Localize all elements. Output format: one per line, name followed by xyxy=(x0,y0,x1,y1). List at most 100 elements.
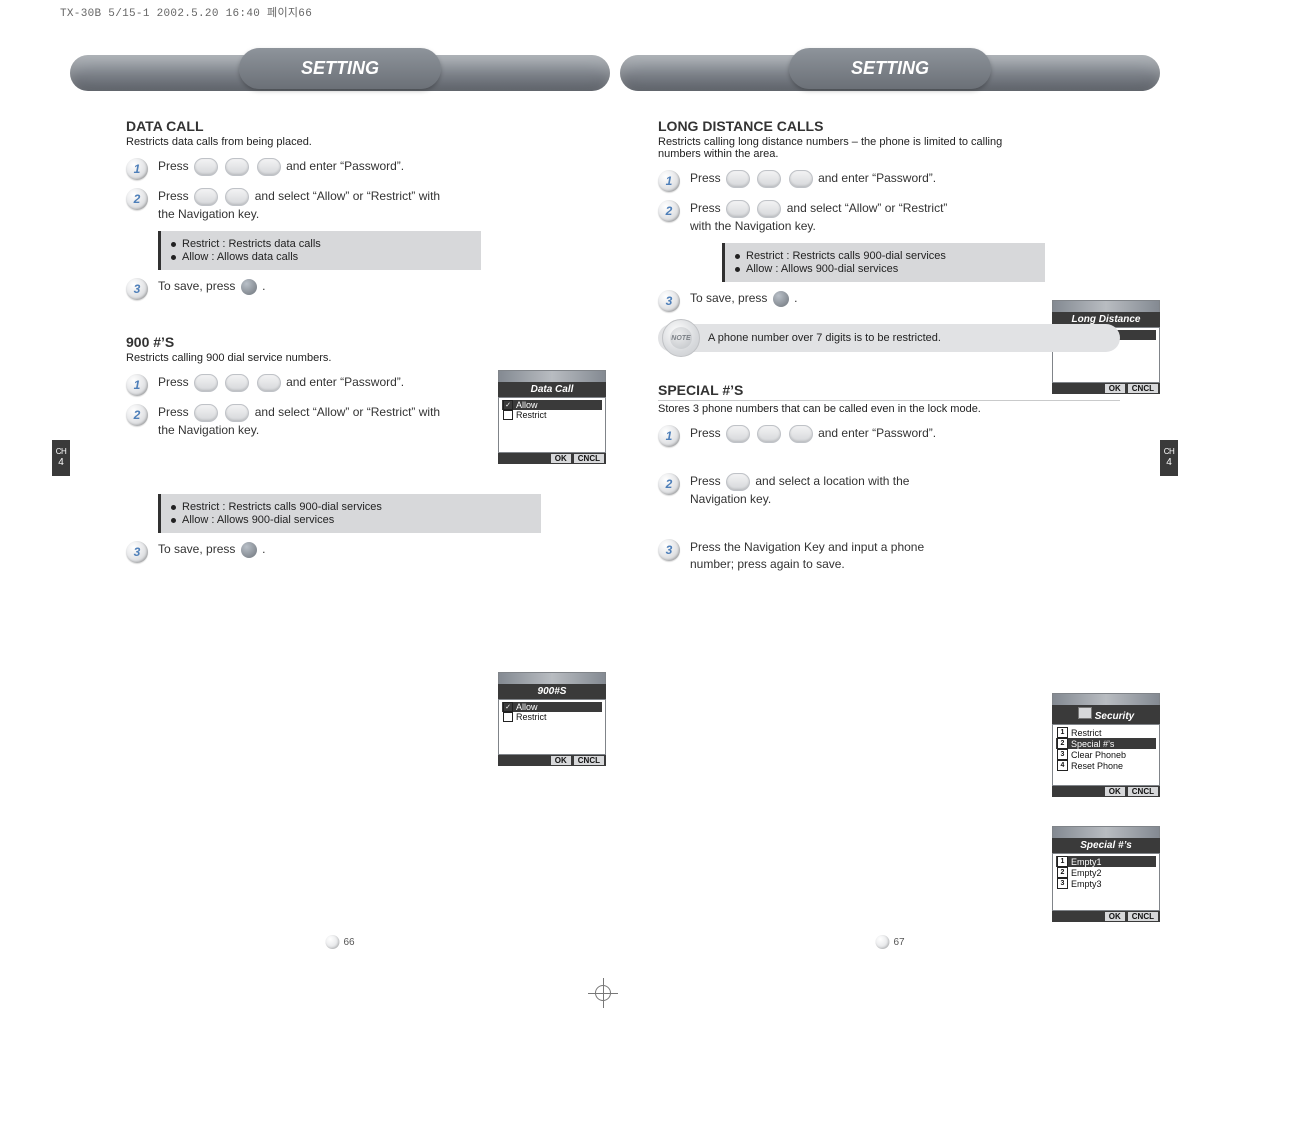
phone-softkey-cncl: CNCL xyxy=(1128,912,1158,921)
step-text-part: and enter “Password”. xyxy=(286,159,404,173)
phone-item: Allow xyxy=(516,702,538,712)
phone-list: Allow Restrict xyxy=(498,699,606,755)
section-sub-ld: Restricts calling long distance numbers … xyxy=(658,136,1038,160)
step-row: 3 To save, press . xyxy=(126,541,456,563)
step-text: To save, press . xyxy=(158,541,265,558)
info-text: Allow : Allows data calls xyxy=(182,251,298,263)
phone-title: Special #’s xyxy=(1052,838,1160,853)
info-text: Allow : Allows 900-dial services xyxy=(746,263,898,275)
section-title-900: 900 #’S xyxy=(126,334,588,350)
step-text-part: Press xyxy=(158,159,189,173)
step-text-part: Press xyxy=(158,376,189,390)
key-icon xyxy=(757,200,781,218)
step-number-3: 3 xyxy=(126,541,148,563)
step-text: To save, press . xyxy=(158,278,265,295)
step-number-2: 2 xyxy=(126,404,148,426)
phone-screen-security: Security 1Restrict 2Special #’s 3Clear P… xyxy=(1052,693,1160,797)
checkbox-empty-icon xyxy=(503,712,513,722)
phone-softkey-ok: OK xyxy=(1105,787,1125,796)
step-text-part: and enter “Password”. xyxy=(818,171,936,185)
key-icon xyxy=(789,170,813,188)
phone-item: Empty3 xyxy=(1071,879,1102,889)
step-text-part: and enter “Password”. xyxy=(818,427,936,441)
section-title-data-call: DATA CALL xyxy=(126,118,588,134)
phone-status-bar xyxy=(498,672,606,684)
ok-key-icon xyxy=(241,279,257,295)
step-text-part: Press xyxy=(690,475,721,489)
phone-item: Clear Phoneb xyxy=(1071,750,1126,760)
phone-status-bar xyxy=(498,370,606,382)
phone-list: Allow Restrict xyxy=(498,397,606,453)
section-title-special: SPECIAL #’S xyxy=(658,382,1120,401)
phone-list: 1Empty1 2Empty2 3Empty3 xyxy=(1052,853,1160,911)
info-box: Restrict : Restricts calls 900-dial serv… xyxy=(158,494,541,533)
phone-footer: OK CNCL xyxy=(1052,786,1160,797)
page-67: SETTING CH 4 LONG DISTANCE CALLS Restric… xyxy=(620,30,1160,955)
step-text: Press and select “Allow” or “Restrict” w… xyxy=(690,200,948,235)
phone-status-bar xyxy=(1052,693,1160,705)
phone-item: Restrict xyxy=(1071,728,1102,738)
page-bullet-icon xyxy=(325,935,339,949)
phone-softkey-ok: OK xyxy=(1105,384,1125,393)
step-text-part: and enter “Password”. xyxy=(286,376,404,390)
phone-screen-900: 900#S Allow Restrict OK CNCL xyxy=(498,672,606,766)
step-number-3: 3 xyxy=(126,278,148,300)
phone-title: 900#S xyxy=(498,684,606,699)
page-number-text: 66 xyxy=(343,937,354,948)
bullet-icon xyxy=(171,505,176,510)
num-box-icon: 2 xyxy=(1057,867,1068,878)
page-66: SETTING CH 4 DATA CALL Restricts data ca… xyxy=(70,30,610,955)
menu-icon xyxy=(1078,707,1092,719)
phone-screen-data-call: Data Call Allow Restrict OK CNCL xyxy=(498,370,606,464)
key-icon xyxy=(225,404,249,422)
phone-footer: OK CNCL xyxy=(498,453,606,464)
phone-softkey-cncl: CNCL xyxy=(574,454,604,463)
key-icon xyxy=(757,425,781,443)
key-icon xyxy=(225,374,249,392)
step-number-1: 1 xyxy=(658,170,680,192)
checkbox-empty-icon xyxy=(503,410,513,420)
phone-item: Allow xyxy=(516,400,538,410)
num-box-icon: 2 xyxy=(1057,738,1068,749)
info-text: Restrict : Restricts calls 900-dial serv… xyxy=(182,501,382,513)
phone-item: Empty1 xyxy=(1071,857,1102,867)
phone-item: Reset Phone xyxy=(1071,761,1123,771)
key-icon xyxy=(194,404,218,422)
step-text-part: To save, press xyxy=(158,542,235,556)
page-body: LONG DISTANCE CALLS Restricts calling lo… xyxy=(620,118,1160,574)
step-text: Press and select a location with the Nav… xyxy=(690,473,948,508)
page-header: SETTING xyxy=(70,30,610,100)
phone-status-bar xyxy=(1052,300,1160,312)
chapter-label: CH xyxy=(56,448,67,456)
phone-softkey-ok: OK xyxy=(1105,912,1125,921)
step-text-part: Press xyxy=(158,189,189,203)
note-label: NOTE xyxy=(671,335,690,342)
page-header: SETTING xyxy=(620,30,1160,100)
info-text: Allow : Allows 900-dial services xyxy=(182,514,334,526)
ok-key-icon xyxy=(241,542,257,558)
step-text-part: To save, press xyxy=(690,291,767,305)
step-text-part: and select a location with the Navigatio… xyxy=(690,475,909,507)
step-row: 1 Press and enter “Password”. xyxy=(658,170,948,192)
phone-item: Special #’s xyxy=(1071,739,1114,749)
note-bar: NOTE A phone number over 7 digits is to … xyxy=(658,324,1120,352)
print-spread: TX-30B 5/15-1 2002.5.20 16:40 페이지66 { "f… xyxy=(0,0,1306,1127)
phone-softkey-cncl: CNCL xyxy=(574,756,604,765)
bullet-icon xyxy=(735,267,740,272)
phone-title: Security xyxy=(1052,705,1160,724)
bullet-icon xyxy=(171,242,176,247)
step-text-part: Press xyxy=(158,406,189,420)
step-text-part: . xyxy=(262,542,265,556)
section-sub-special: Stores 3 phone numbers that can be calle… xyxy=(658,403,1120,415)
note-icon: NOTE xyxy=(662,319,700,357)
step-text-part: Press xyxy=(690,171,721,185)
phone-softkey-ok: OK xyxy=(551,454,571,463)
key-icon xyxy=(257,374,281,392)
key-icon xyxy=(194,158,218,176)
crop-mark-bottom xyxy=(595,985,611,1001)
step-text-part: Press xyxy=(690,427,721,441)
num-box-icon: 1 xyxy=(1057,856,1068,867)
step-text-part: . xyxy=(262,279,265,293)
step-text: To save, press . xyxy=(690,290,797,307)
phone-status-bar xyxy=(1052,826,1160,838)
